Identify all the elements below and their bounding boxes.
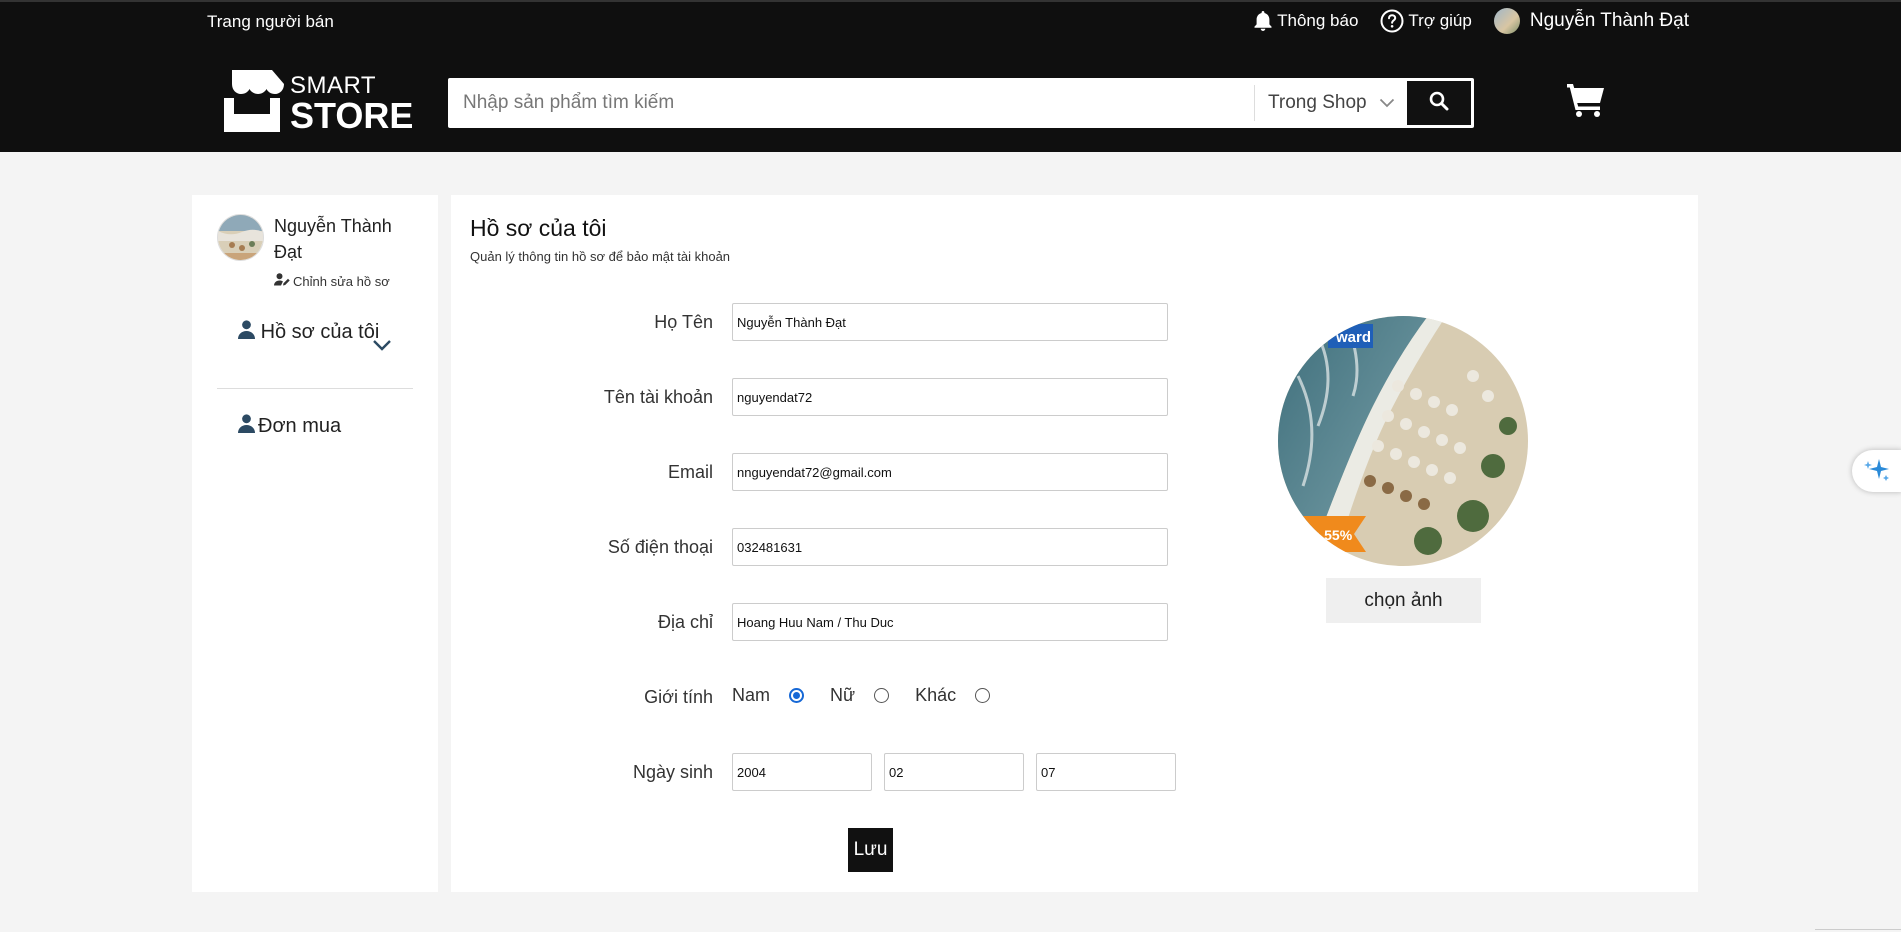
gender-option-female[interactable]: Nữ [830,685,890,706]
gender-option-label: Nam [732,685,771,705]
photo-badge-top: ward [1335,329,1371,346]
save-button[interactable]: Lưu [848,828,893,872]
gender-option-other[interactable]: Khác [915,685,991,706]
email-field[interactable] [732,453,1168,491]
smart-store-logo[interactable]: SMART STORE [218,68,413,139]
sidebar-item-label: Đơn mua [258,415,342,437]
avatar [1493,8,1520,34]
chevron-down-icon[interactable] [372,339,392,357]
account-username: Nguyễn Thành Đạt [1529,10,1689,31]
user-icon [238,414,255,439]
page-title: Hồ sơ của tôi [470,215,607,241]
help-label: Trợ giúp [1408,11,1472,30]
top-right-nav: Thông báo Trợ giúp Nguyễn Thành Đạt [1253,8,1689,34]
account-menu[interactable]: Nguyễn Thành Đạt [1493,8,1689,34]
dob-month-field[interactable] [884,753,1024,791]
user-icon [238,318,255,348]
sidebar-item-orders[interactable]: Đơn mua [238,414,341,439]
page-subtitle: Quản lý thông tin hồ sơ để bảo mật tài k… [470,249,731,264]
header: Trang người bán Thông báo Trợ giúp Nguyễ… [0,0,1901,152]
profile-panel: Hồ sơ của tôi Quản lý thông tin hồ sơ để… [451,195,1698,892]
gender-radio-female[interactable] [874,688,890,703]
help-icon [1380,9,1404,33]
email-label: Email [667,462,713,482]
fullname-field[interactable] [732,303,1168,341]
gender-label: Giới tính [644,687,713,707]
edit-profile-link[interactable]: Chỉnh sửa hồ sơ [274,273,390,289]
gender-group: Nam Nữ Khác [732,685,1016,706]
divider [217,388,413,389]
gender-option-label: Nữ [830,685,856,705]
chevron-down-icon [1379,92,1395,114]
fullname-label: Họ Tên [654,312,713,332]
username-field[interactable] [732,378,1168,416]
profile-photo: ward ảm 55% [1278,316,1528,566]
dob-label: Ngày sinh [632,762,713,782]
cart-icon [1566,84,1606,122]
gender-option-label: Khác [915,685,957,705]
seller-page-link[interactable]: Trang người bán [207,12,334,32]
gender-radio-other[interactable] [975,688,991,703]
search-scope-label: Trong Shop [1268,92,1367,113]
photo-badge-bottom: ảm 55% [1300,527,1353,543]
username-label: Tên tài khoản [603,387,713,407]
search-input[interactable] [448,78,1254,128]
gender-option-male[interactable]: Nam [732,685,805,706]
sidebar: Nguyễn Thành Đạt Chỉnh sửa hồ sơ Hồ sơ c… [192,195,438,892]
sidebar-item-label: Hồ sơ của tôi [260,321,380,343]
search-icon [1429,91,1449,116]
address-label: Địa chỉ [657,612,713,632]
phone-label: Số điện thoại [607,537,713,557]
store-icon [218,68,286,139]
cart-button[interactable] [1566,82,1606,123]
profile-name: Nguyễn Thành Đạt [274,216,392,262]
notifications-label: Thông báo [1277,11,1359,30]
search-button[interactable] [1407,81,1471,125]
dob-day-field[interactable] [1036,753,1176,791]
notifications-link[interactable]: Thông báo [1253,10,1358,32]
user-edit-icon [274,273,290,289]
gender-radio-male[interactable] [789,688,805,703]
sparkle-icon [1862,455,1892,488]
help-link[interactable]: Trợ giúp [1380,9,1472,33]
phone-field[interactable] [732,528,1168,566]
divider [1815,929,1901,930]
logo-store-text: STORE [290,94,414,136]
edit-profile-label: Chỉnh sửa hồ sơ [293,273,390,289]
bell-icon [1253,10,1273,32]
address-field[interactable] [732,603,1168,641]
avatar [217,214,264,261]
logo-smart-text: SMART [290,71,377,99]
dob-year-field[interactable] [732,753,872,791]
assistant-float-button[interactable] [1852,450,1901,492]
search-bar: Trong Shop [448,78,1474,128]
search-scope-select[interactable]: Trong Shop [1254,85,1407,121]
choose-photo-button[interactable]: chọn ảnh [1326,578,1481,623]
